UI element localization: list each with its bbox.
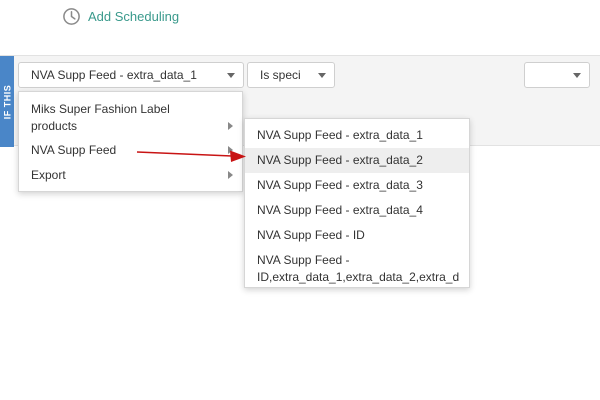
if-this-label: IF THIS [2, 84, 12, 119]
menu-item-miks-super-fashion-label[interactable]: Miks Super Fashion Label products [19, 96, 242, 138]
if-this-tab: IF THIS [0, 56, 14, 147]
menu-item-label: NVA Supp Feed [31, 143, 117, 157]
field-select[interactable]: NVA Supp Feed - extra_data_1 [18, 62, 244, 88]
menu-item-label-line1: Miks Super Fashion Label [31, 102, 170, 116]
submenu-item-label-line1: NVA Supp Feed - [257, 253, 350, 267]
menu-item-export[interactable]: Export [19, 163, 242, 188]
menu-item-nva-supp-feed[interactable]: NVA Supp Feed [19, 138, 242, 163]
submenu-item-extra-data-3[interactable]: NVA Supp Feed - extra_data_3 [245, 173, 469, 198]
operator-select-value: Is speci [260, 68, 301, 82]
chevron-down-icon [318, 72, 326, 78]
menu-item-label-line2: products [31, 119, 78, 133]
clock-icon [63, 8, 80, 25]
submenu-item-label-line2: ID,extra_data_1,extra_data_2,extra_d [257, 270, 460, 284]
chevron-right-icon [228, 171, 233, 179]
submenu-item-extra-data-4[interactable]: NVA Supp Feed - extra_data_4 [245, 198, 469, 223]
chevron-right-icon [228, 122, 233, 130]
submenu-item-label: NVA Supp Feed - extra_data_3 [257, 178, 423, 192]
chevron-down-icon [227, 72, 235, 78]
submenu-item-label: NVA Supp Feed - ID [257, 228, 365, 242]
field-select-value: NVA Supp Feed - extra_data_1 [31, 68, 197, 82]
submenu-item-label: NVA Supp Feed - extra_data_2 [257, 153, 423, 167]
field-category-menu: Miks Super Fashion Label products NVA Su… [18, 91, 243, 192]
operator-select[interactable]: Is speci [247, 62, 335, 88]
chevron-down-icon [573, 72, 581, 78]
add-scheduling-label: Add Scheduling [88, 9, 180, 24]
submenu-item-label: NVA Supp Feed - extra_data_1 [257, 128, 423, 142]
menu-item-label: Export [31, 168, 66, 182]
chevron-right-icon [228, 146, 233, 154]
value-select[interactable] [524, 62, 590, 88]
submenu-item-extra-data-1[interactable]: NVA Supp Feed - extra_data_1 [245, 123, 469, 148]
submenu-item-id-combined[interactable]: NVA Supp Feed - ID,extra_data_1,extra_da… [245, 248, 469, 290]
submenu-item-label: NVA Supp Feed - extra_data_4 [257, 203, 423, 217]
submenu-item-id[interactable]: NVA Supp Feed - ID [245, 223, 469, 248]
add-scheduling-link[interactable]: Add Scheduling [62, 7, 179, 26]
nva-supp-feed-submenu: NVA Supp Feed - extra_data_1 NVA Supp Fe… [244, 118, 470, 288]
submenu-item-extra-data-2[interactable]: NVA Supp Feed - extra_data_2 [245, 148, 469, 173]
